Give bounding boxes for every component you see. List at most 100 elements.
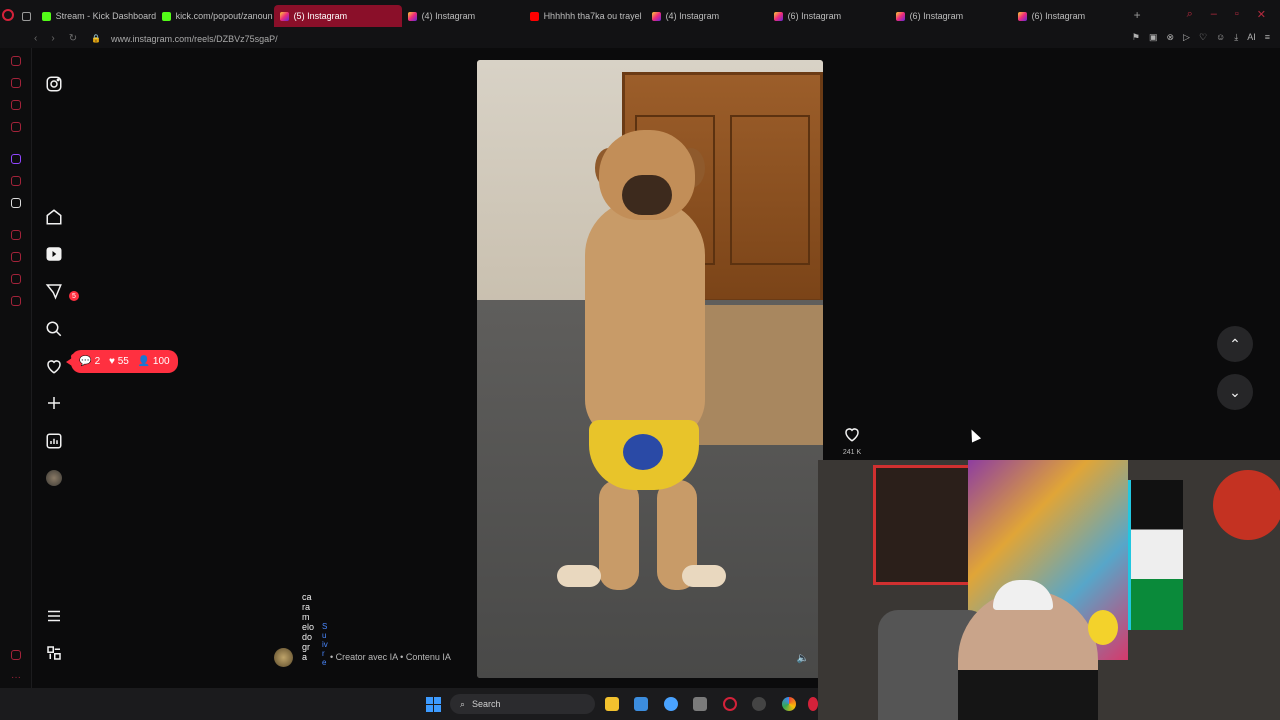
tab-label: (4) Instagram (665, 11, 720, 21)
opera-icon[interactable] (808, 697, 818, 711)
clock-icon[interactable] (11, 252, 21, 262)
search-tabs-icon[interactable]: ⌕ (1187, 8, 1193, 21)
instagram-sidebar-icon[interactable] (11, 122, 21, 132)
gx-icon[interactable] (11, 650, 21, 660)
chrome-icon[interactable] (782, 697, 796, 711)
insta-favicon-icon (651, 11, 661, 21)
vpn-icon[interactable]: ⊗ (1166, 32, 1174, 43)
threads-icon[interactable] (45, 644, 63, 662)
home-icon[interactable] (45, 208, 63, 226)
x-icon[interactable] (11, 198, 21, 208)
percent-icon[interactable] (11, 176, 21, 186)
menu-icon[interactable]: ≡ (1265, 32, 1270, 43)
doc-favicon-icon (21, 11, 31, 21)
messenger-icon[interactable] (11, 100, 21, 110)
store-icon[interactable] (634, 697, 648, 711)
forward-icon[interactable]: › (51, 33, 54, 44)
like-count-badge: ♥ 55 (109, 356, 129, 367)
messages-badge: 5 (69, 291, 79, 301)
heart-icon[interactable]: ♡ (1199, 32, 1207, 43)
browser-tab[interactable]: Hhhhhh tha7ka ou trayel (524, 5, 646, 27)
browser-tab[interactable] (16, 5, 36, 27)
search-icon[interactable] (45, 320, 63, 338)
browser-tab[interactable]: (6) Instagram (890, 5, 1012, 27)
cube-icon[interactable] (11, 274, 21, 284)
copilot-icon[interactable] (664, 697, 678, 711)
browser-tab[interactable]: (6) Instagram (768, 5, 890, 27)
activity-pill[interactable]: 💬 2 ♥ 55 👤 100 (66, 350, 178, 373)
reels-icon[interactable] (45, 245, 63, 263)
url-field[interactable]: www.instagram.com/reels/DZBVz75sgaP/ (111, 34, 278, 44)
tab-label: (6) Instagram (787, 11, 842, 21)
tab-strip: Stream - Kick Dashboard kick.com/popout/z… (16, 2, 1134, 27)
create-icon[interactable] (45, 394, 63, 412)
browser-tab[interactable]: kick.com/popout/zanoun (156, 5, 274, 27)
kick-favicon-icon (41, 11, 51, 21)
tab-label: (5) Instagram (293, 11, 348, 21)
back-icon[interactable]: ‹ (34, 33, 37, 44)
mute-icon[interactable]: 🔈 (797, 653, 809, 664)
ai-content-label: • Creator avec IA • Contenu IA (330, 652, 451, 662)
reload-icon[interactable]: ↻ (69, 33, 77, 44)
windows-start-icon[interactable] (426, 697, 441, 712)
download-icon[interactable]: ⤓ (1234, 32, 1238, 43)
player-sidebar-icon[interactable] (11, 230, 21, 240)
browser-tab[interactable]: (4) Instagram (402, 5, 524, 27)
obs-icon[interactable] (752, 697, 766, 711)
yt-favicon-icon (529, 11, 539, 21)
browser-sidebar: ··· (0, 48, 32, 688)
author-username[interactable]: caramelodogra (302, 592, 314, 662)
opera-gx-icon[interactable] (723, 697, 737, 711)
opera-logo-icon[interactable] (0, 0, 16, 29)
settings-icon[interactable] (11, 296, 21, 306)
browser-tab[interactable]: (6) Instagram (1012, 5, 1134, 27)
messages-icon[interactable]: 5 (45, 282, 79, 301)
mouse-cursor (966, 427, 982, 443)
instagram-logo-icon[interactable] (45, 75, 63, 93)
tab-label: Hhhhhh tha7ka ou trayel (543, 11, 642, 21)
more-menu-icon[interactable] (45, 607, 63, 625)
history-icon[interactable] (11, 56, 21, 66)
tab-label: (6) Instagram (909, 11, 964, 21)
snapshot-icon[interactable]: ▣ (1149, 32, 1158, 43)
tab-label: (6) Instagram (1031, 11, 1086, 21)
lock-icon[interactable]: 🔒 (91, 34, 101, 43)
maximize-icon[interactable]: ▫ (1235, 8, 1239, 21)
bookmark-icon[interactable]: ⚑ (1132, 32, 1140, 43)
insta-favicon-icon (773, 11, 783, 21)
close-icon[interactable]: ✕ (1257, 8, 1266, 21)
minimize-icon[interactable]: – (1211, 8, 1217, 21)
kick-favicon-icon (161, 11, 171, 21)
browser-tab[interactable]: (4) Instagram (646, 5, 768, 27)
notifications-heart-icon[interactable] (45, 354, 76, 375)
twitch-icon[interactable] (11, 154, 21, 164)
browser-tab[interactable]: (5) Instagram (273, 5, 402, 27)
insta-favicon-icon (895, 11, 905, 21)
address-tools: ⚑ ▣ ⊗ ▷ ♡ ☺ ⤓ AI ≡ (1132, 32, 1270, 43)
search-icon: ⌕ (460, 698, 466, 709)
insta-favicon-icon (407, 11, 417, 21)
account-icon[interactable]: ☺ (1216, 32, 1225, 43)
new-tab-icon[interactable]: + (1134, 8, 1141, 22)
store-icon[interactable] (11, 78, 21, 88)
comment-count: 💬 2 (79, 356, 101, 367)
like-button[interactable]: 241 K (840, 425, 864, 456)
next-reel-button[interactable]: ⌄ (1217, 374, 1253, 410)
taskbar-search[interactable]: ⌕ Search (450, 694, 595, 714)
player-icon[interactable]: ▷ (1183, 32, 1190, 43)
reel-author-info: caramelodogra Suivre • Creator avec IA •… (272, 592, 472, 678)
like-count: 241 K (842, 449, 862, 456)
ai-button[interactable]: AI (1247, 32, 1256, 43)
file-explorer-icon[interactable] (605, 697, 619, 711)
follow-button[interactable]: Suivre (322, 622, 328, 667)
instagram-nav: 5 (32, 48, 79, 688)
dashboard-icon[interactable] (45, 432, 63, 450)
calculator-icon[interactable] (693, 697, 707, 711)
address-bar: ‹ › ↻ 🔒 www.instagram.com/reels/DZBVz75s… (0, 29, 1280, 48)
author-avatar[interactable] (274, 648, 293, 667)
browser-tab[interactable]: Stream - Kick Dashboard (36, 5, 156, 27)
more-icon[interactable]: ··· (11, 672, 21, 683)
profile-avatar[interactable] (45, 469, 63, 487)
previous-reel-button[interactable]: ⌃ (1217, 326, 1253, 362)
reel-video[interactable]: 🔈 (477, 60, 823, 678)
